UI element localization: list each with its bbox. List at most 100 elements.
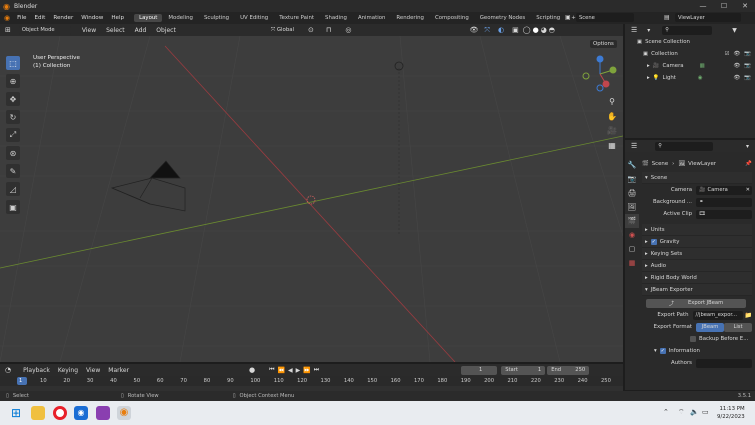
audio-section-header[interactable]: ▸ Audio: [642, 260, 752, 272]
messenger-app-icon[interactable]: ◉: [74, 406, 88, 420]
tab-rendering[interactable]: Rendering: [391, 14, 429, 22]
navigation-gizmo[interactable]: [580, 54, 620, 94]
camera-data-icon[interactable]: ▦: [700, 63, 705, 69]
timeline-editor-icon[interactable]: ◔: [5, 366, 11, 374]
jump-end-icon[interactable]: ⏭: [314, 366, 319, 374]
folder-browse-icon[interactable]: 📁: [745, 312, 752, 319]
timeline-ruler[interactable]: 1 10 20 30 40 50 60 70 80 90 100 110 120 130 140 150 160…: [0, 376, 623, 386]
opera-browser-icon[interactable]: [53, 406, 67, 420]
annotate-tool[interactable]: ✎: [6, 164, 20, 178]
expand-arrow-icon[interactable]: ▸: [647, 63, 650, 69]
scene-selector[interactable]: Scene: [576, 13, 634, 22]
tab-compositing[interactable]: Compositing: [430, 14, 474, 22]
export-path-field[interactable]: //jbeam_expor...: [692, 310, 743, 320]
code-editor-icon[interactable]: [96, 406, 110, 420]
expand-arrow-icon-2[interactable]: ▸: [647, 75, 650, 81]
end-frame-field[interactable]: End 250: [547, 365, 590, 375]
timeline-menu-view[interactable]: View: [82, 367, 104, 374]
texture-tab-icon[interactable]: ▦: [625, 256, 639, 270]
outliner-editor-icon[interactable]: ☰: [631, 26, 637, 34]
blender-taskbar-icon[interactable]: ◉: [117, 406, 131, 420]
properties-search-input[interactable]: ⚲: [655, 141, 714, 151]
grid-perspective-icon[interactable]: ▦: [606, 140, 618, 152]
units-section-header[interactable]: ▸ Units: [642, 224, 752, 236]
visibility-icon[interactable]: 👁: [470, 26, 479, 34]
output-tab-icon[interactable]: 🖨: [625, 186, 639, 200]
tab-layout[interactable]: Layout: [134, 14, 163, 22]
options-dropdown[interactable]: Options: [590, 40, 617, 48]
authors-field[interactable]: [696, 358, 752, 368]
camera-view-icon[interactable]: 🎥: [606, 125, 618, 137]
scene-section-header[interactable]: ▾ Scene: [642, 172, 752, 184]
play-icon[interactable]: ▶: [296, 367, 301, 374]
format-list-option[interactable]: List: [724, 322, 752, 332]
object-mode-dropdown[interactable]: Object Mode: [18, 25, 71, 35]
scale-tool[interactable]: ⤢: [6, 128, 20, 142]
gravity-checkbox[interactable]: ✓: [650, 238, 657, 245]
3d-viewport[interactable]: User Perspective (1) Collection ⬚ ⊕ ✥ ↻ …: [0, 36, 623, 362]
windows-start-icon[interactable]: ⊞: [9, 406, 23, 420]
add-cube-tool[interactable]: ▣: [6, 200, 20, 214]
menu-render[interactable]: Render: [49, 15, 77, 21]
shading-wireframe-icon[interactable]: ◯: [523, 26, 531, 34]
menu-window[interactable]: Window: [77, 15, 107, 21]
outliner-display-icon[interactable]: ▾: [647, 27, 650, 34]
gravity-section-header[interactable]: ▸ ✓ Gravity: [642, 236, 752, 248]
information-checkbox[interactable]: ✓: [659, 348, 666, 354]
camera-visibility-eye-icon[interactable]: 👁: [733, 63, 740, 69]
tab-geometry-nodes[interactable]: Geometry Nodes: [475, 14, 530, 22]
maximize-button[interactable]: ☐: [714, 0, 734, 12]
record-keyframe-button[interactable]: ●: [249, 366, 255, 374]
tab-uv-editing[interactable]: UV Editing: [235, 14, 273, 22]
light-data-icon[interactable]: ◉: [698, 75, 703, 81]
prev-keyframe-icon[interactable]: ⏪: [278, 367, 285, 374]
overlay-toggle-icon[interactable]: ◐: [498, 26, 504, 34]
tab-modeling[interactable]: Modeling: [163, 14, 198, 22]
select-box-tool[interactable]: ⬚: [6, 56, 20, 70]
timeline-menu-keying[interactable]: Keying: [54, 367, 82, 374]
properties-editor-icon[interactable]: ☰: [631, 142, 637, 150]
jump-start-icon[interactable]: ⏮: [269, 366, 274, 374]
filter-icon[interactable]: ▼: [732, 27, 737, 34]
tab-sculpting[interactable]: Sculpting: [199, 14, 234, 22]
viewport-menu-view[interactable]: View: [77, 27, 101, 34]
export-jbeam-button[interactable]: ⤴ Export JBeam: [646, 298, 746, 308]
active-clip-field[interactable]: 🎞: [696, 209, 752, 219]
outliner-item-light[interactable]: ▸ 💡 Light ◉ 👁 📷: [625, 72, 755, 84]
gizmo-toggle-icon[interactable]: ⤧: [484, 26, 490, 35]
zoom-icon[interactable]: ⚲: [606, 96, 618, 108]
taskbar-clock[interactable]: 11:13 PM 9/22/2023: [717, 405, 745, 421]
blender-menu-icon[interactable]: ◉: [4, 14, 10, 22]
keying-sets-section-header[interactable]: ▸ Keying Sets: [642, 248, 752, 260]
measure-tool[interactable]: ◿: [6, 182, 20, 196]
wifi-icon[interactable]: ⌔: [678, 408, 685, 417]
viewport-menu-object[interactable]: Object: [151, 27, 181, 34]
snap-icon[interactable]: ⊓: [326, 26, 331, 34]
rotate-tool[interactable]: ↻: [6, 110, 20, 124]
minimize-button[interactable]: —: [693, 0, 713, 12]
tool-tab-icon[interactable]: 🔧: [625, 158, 639, 172]
battery-icon[interactable]: ▭: [702, 408, 709, 416]
outliner-item-camera[interactable]: ▸ 🎥 Camera ▦ 👁 📷: [625, 60, 755, 72]
scene-tab-icon[interactable]: 🎬: [625, 214, 639, 228]
shading-material-icon[interactable]: ◕: [541, 26, 547, 34]
menu-help[interactable]: Help: [107, 15, 128, 21]
render-camera-icon[interactable]: 📷: [744, 51, 751, 57]
jbeam-section-header[interactable]: ▾ JBeam Exporter: [642, 284, 752, 296]
backup-checkbox[interactable]: [690, 336, 696, 342]
menu-edit[interactable]: Edit: [30, 15, 49, 21]
viewport-menu-select[interactable]: Select: [101, 27, 130, 34]
viewport-menu-add[interactable]: Add: [130, 27, 152, 34]
tab-texture-paint[interactable]: Texture Paint: [274, 14, 319, 22]
pin-icon[interactable]: 📌: [745, 161, 752, 167]
outliner-collection[interactable]: ▣ Collection ☑ 👁 📷: [625, 48, 755, 60]
visibility-eye-icon[interactable]: 👁: [733, 51, 740, 57]
outliner-scene-collection[interactable]: ▣ Scene Collection: [625, 36, 755, 48]
light-visibility-eye-icon[interactable]: 👁: [733, 75, 740, 81]
current-frame-field[interactable]: 1: [461, 365, 498, 375]
file-explorer-icon[interactable]: [31, 406, 45, 420]
menu-file[interactable]: File: [13, 15, 30, 21]
collection-tab-icon[interactable]: ▢: [625, 242, 639, 256]
light-render-icon[interactable]: 📷: [744, 75, 751, 81]
tray-overflow-icon[interactable]: ⌃: [663, 408, 669, 416]
